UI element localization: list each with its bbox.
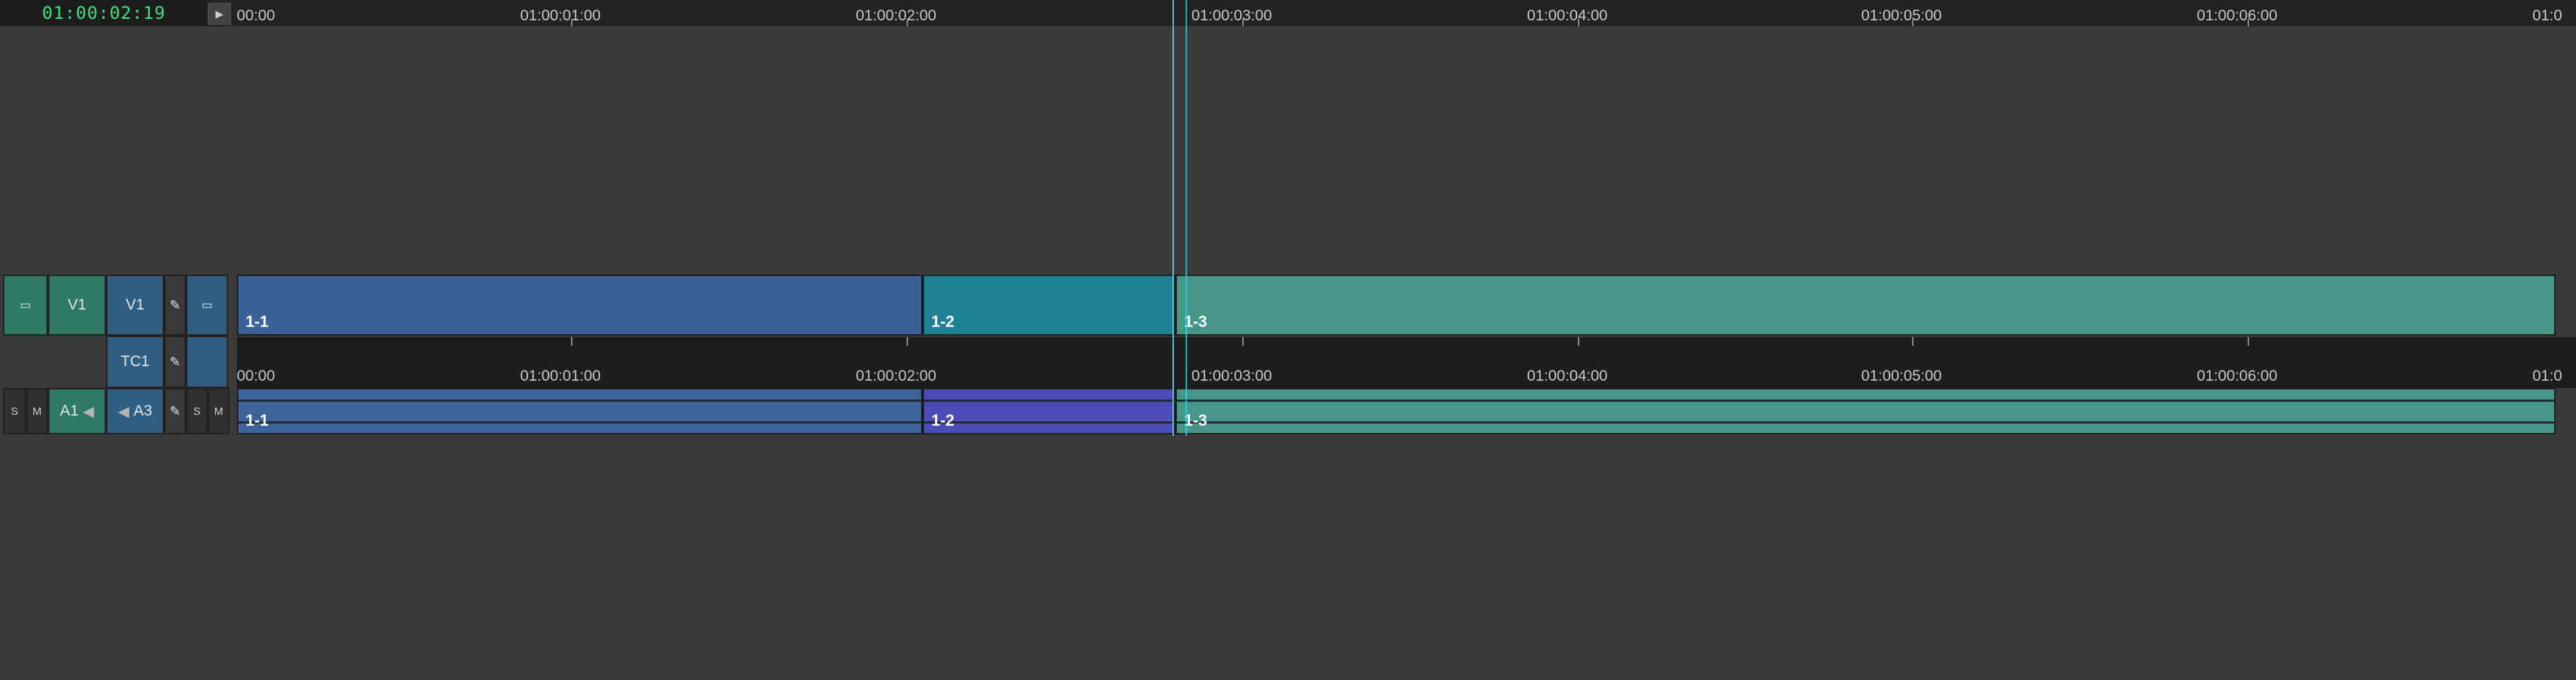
clip-label: 1-1 [246,411,269,429]
audio-clip[interactable]: 1-3 [1175,388,2556,434]
monitor-icon: ▭ [20,299,31,312]
timecode-display[interactable]: 01:00:02:19 [0,0,208,26]
speaker-icon: ◀ [118,403,129,420]
ruler-label: 01:0 [2532,368,2562,384]
ruler-tick [2248,337,2249,346]
timecode-track-ruler[interactable]: 00:00 01:00:01:00 01:00:02:00 01:00:03:0… [237,337,2576,388]
ruler-label: 01:00:06:00 [2197,7,2277,24]
ruler-label: 01:00:03:00 [1191,368,1272,384]
ruler-label: 01:00:04:00 [1527,7,1608,24]
audio-solo-button-right[interactable]: S [186,388,208,434]
mute-label: M [32,405,42,418]
ruler-tick [1242,19,1244,26]
timecode-track-label: TC1 [121,353,150,370]
dest-track-label: A3 [133,402,153,419]
ruler-label: 00:00 [237,368,275,384]
ruler-label: 01:0 [2532,7,2562,24]
audio-source-track[interactable]: A1 ◀ [48,388,106,434]
clip-label: 1-1 [246,312,269,331]
video-clip[interactable]: 1-3 [1175,275,2556,336]
solo-label: S [193,405,201,418]
ruler-tick [571,337,572,346]
audio-track-lane[interactable]: 1-1 1-2 1-3 [237,388,2556,434]
ruler-tick [1912,337,1913,346]
timecode-track[interactable]: TC1 [106,336,164,388]
ruler-tick [1912,19,1913,26]
playhead-marker [1186,0,1187,436]
playhead[interactable] [1172,0,1174,436]
video-track-lane[interactable]: 1-1 1-2 1-3 [237,275,2556,336]
ruler-tick [1578,19,1579,26]
audio-solo-button[interactable]: S [3,388,26,434]
ruler-tick [907,19,908,26]
play-icon: ▶ [215,8,224,20]
mute-label: M [214,405,224,418]
ruler-label: 01:00:01:00 [520,368,601,384]
dest-track-label: V1 [126,296,145,313]
ruler-label: 01:00:03:00 [1191,7,1272,24]
clip-label: 1-3 [1184,411,1207,429]
audio-channel-divider [238,400,921,402]
timeline-window: 01:00:02:19 ▶ 00:00 01:00:01:00 01:00:02… [0,0,2576,680]
ruler-label: 01:00:05:00 [1861,368,1942,384]
video-monitor-toggle[interactable]: ▭ [3,275,48,336]
audio-clip[interactable]: 1-2 [923,388,1175,434]
ruler-label: 01:00:01:00 [520,7,601,24]
video-source-track[interactable]: V1 [48,275,106,336]
ruler-label: 00:00 [237,7,275,24]
source-track-label: V1 [68,296,86,313]
audio-edit-toggle[interactable]: ✎ [164,388,186,434]
clip-label: 1-2 [931,411,955,429]
source-track-label: A1 [60,402,79,419]
ruler-label: 01:00:06:00 [2197,368,2277,384]
play-button[interactable]: ▶ [208,3,231,25]
audio-channel-divider [924,400,1174,402]
solo-label: S [10,405,18,418]
clip-label: 1-2 [931,312,955,331]
speaker-icon: ◀ [83,403,94,420]
audio-channel-divider [238,421,921,424]
ruler-tick [571,19,572,26]
audio-clip[interactable]: 1-1 [237,388,923,434]
monitor-icon: ▭ [201,299,213,312]
pencil-icon: ✎ [169,403,181,418]
timecode-edit-toggle[interactable]: ✎ [164,336,186,388]
audio-mute-button-right[interactable]: M [208,388,230,434]
ruler-label: 01:00:02:00 [856,7,936,24]
video-clip[interactable]: 1-2 [923,275,1175,336]
ruler-tick [2248,19,2249,26]
pencil-icon: ✎ [169,297,181,312]
ruler-label: 01:00:05:00 [1861,7,1942,24]
timeline-ruler-top[interactable]: 00:00 01:00:01:00 01:00:02:00 01:00:03:0… [237,0,2576,26]
audio-channel-divider [924,421,1174,424]
audio-channel-divider [1177,400,2554,402]
ruler-tick [1242,337,1244,346]
audio-dest-track[interactable]: ◀ A3 [106,388,164,434]
video-edit-toggle[interactable]: ✎ [164,275,186,336]
video-clip[interactable]: 1-1 [237,275,923,336]
audio-channel-divider [1177,421,2554,424]
audio-mute-button[interactable]: M [26,388,48,434]
ruler-label: 01:00:02:00 [856,368,936,384]
pencil-icon: ✎ [169,354,181,369]
timecode-track-monitor [186,336,228,388]
clip-label: 1-3 [1184,312,1207,331]
video-dest-track[interactable]: V1 [106,275,164,336]
video-track-monitor[interactable]: ▭ [186,275,228,336]
ruler-label: 01:00:04:00 [1527,368,1608,384]
ruler-tick [907,337,908,346]
ruler-tick [1578,337,1579,346]
